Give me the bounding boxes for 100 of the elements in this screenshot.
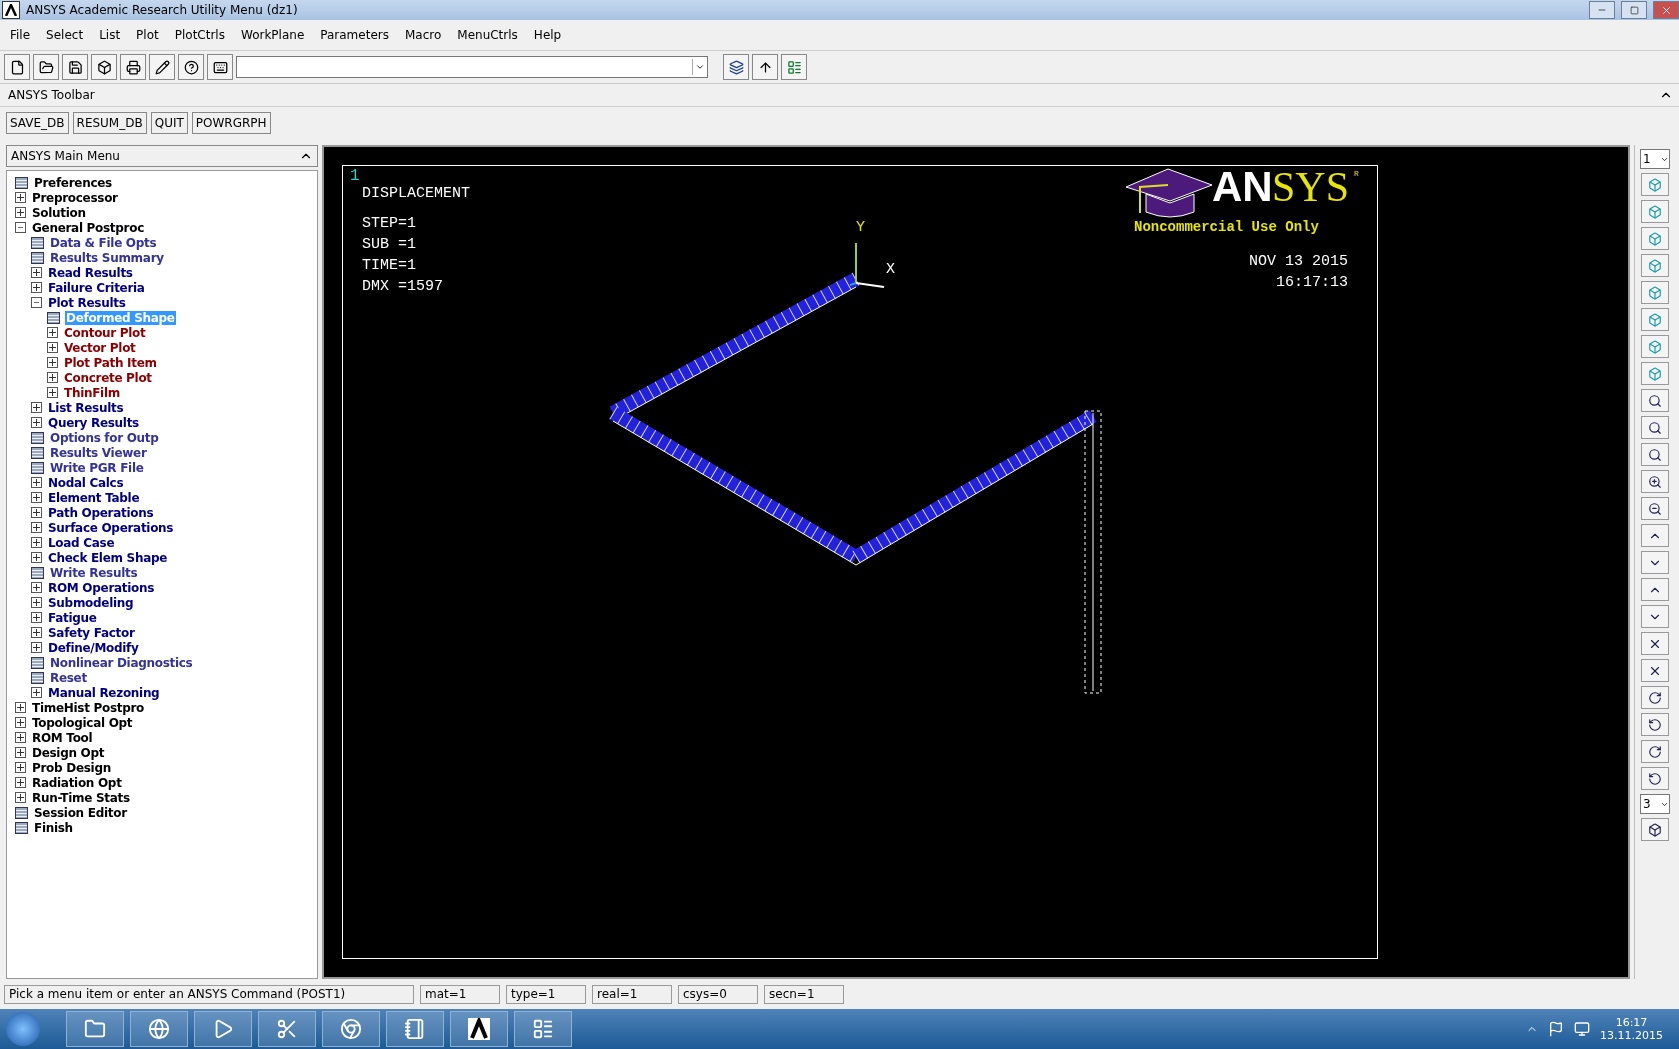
window-button[interactable] xyxy=(514,1011,572,1047)
menu-tree-item[interactable]: Radiation Opt xyxy=(31,775,123,790)
scissors-button[interactable] xyxy=(258,1011,316,1047)
down-button[interactable] xyxy=(1641,605,1669,628)
menu-item[interactable]: MenuCtrls xyxy=(457,28,518,42)
print-button[interactable] xyxy=(120,54,146,80)
zoom-button[interactable] xyxy=(1641,389,1669,412)
menu-tree-item[interactable]: ROM Tool xyxy=(31,730,94,745)
menu-tree-item[interactable]: TimeHist Postpro xyxy=(31,700,146,715)
zoom-button[interactable] xyxy=(1641,416,1669,439)
network-icon[interactable] xyxy=(1574,1021,1590,1037)
expand-icon[interactable] xyxy=(31,612,42,623)
menu-tree-item[interactable]: Concrete Plot xyxy=(63,370,153,385)
expand-icon[interactable] xyxy=(47,327,58,338)
expand-icon[interactable] xyxy=(31,507,42,518)
menu-tree-item[interactable]: Path Operations xyxy=(47,505,155,520)
play-button[interactable] xyxy=(194,1011,252,1047)
menu-tree-item[interactable]: Check Elem Shape xyxy=(47,550,169,565)
cube-button[interactable] xyxy=(1641,818,1669,841)
toolbar-button[interactable]: QUIT xyxy=(150,112,188,134)
menu-tree-item[interactable]: Prob Design xyxy=(31,760,112,775)
up-button[interactable] xyxy=(1641,578,1669,601)
expand-icon[interactable] xyxy=(15,702,26,713)
expand-icon[interactable] xyxy=(31,402,42,413)
menu-tree-item[interactable]: Options for Outp xyxy=(49,430,160,445)
expand-icon[interactable] xyxy=(15,207,26,218)
menu-tree-item[interactable]: Reset xyxy=(49,670,88,685)
save-button[interactable] xyxy=(62,54,88,80)
menu-item[interactable]: File xyxy=(10,28,31,42)
menu-item[interactable]: Plot xyxy=(136,28,159,42)
layers-button[interactable] xyxy=(723,54,749,80)
expand-icon[interactable] xyxy=(47,357,58,368)
expand-icon[interactable] xyxy=(31,552,42,563)
expand-icon[interactable] xyxy=(31,282,42,293)
menu-tree-item[interactable]: Plot Results xyxy=(47,295,127,310)
toolbar-button[interactable]: SAVE_DB xyxy=(6,112,69,134)
cube-button[interactable] xyxy=(91,54,117,80)
menu-tree-item[interactable]: Nodal Calcs xyxy=(47,475,125,490)
menu-tree-item[interactable]: List Results xyxy=(47,400,125,415)
menu-tree-item[interactable]: Run-Time Stats xyxy=(31,790,131,805)
menu-tree-item[interactable]: Nonlinear Diagnostics xyxy=(49,655,194,670)
menu-item[interactable]: Help xyxy=(533,28,562,42)
menu-item[interactable]: Parameters xyxy=(320,28,389,42)
menu-tree-item[interactable]: Results Viewer xyxy=(49,445,148,460)
expand-icon[interactable] xyxy=(31,492,42,503)
expand-icon[interactable] xyxy=(15,747,26,758)
menu-item[interactable]: WorkPlane xyxy=(240,28,305,42)
expand-icon[interactable] xyxy=(47,387,58,398)
raise-button[interactable] xyxy=(752,54,778,80)
menu-tree-item[interactable]: Session Editor xyxy=(33,805,128,820)
expand-icon[interactable] xyxy=(31,582,42,593)
expand-icon[interactable] xyxy=(15,762,26,773)
restore-button[interactable] xyxy=(1621,1,1647,19)
expand-icon[interactable] xyxy=(15,732,26,743)
expand-icon[interactable] xyxy=(15,792,26,803)
pencil-button[interactable] xyxy=(149,54,175,80)
menu-tree-item[interactable]: Vector Plot xyxy=(63,340,137,355)
menu-tree-item[interactable]: Manual Rezoning xyxy=(47,685,161,700)
menu-tree-item[interactable]: Data & File Opts xyxy=(49,235,158,250)
collapse-icon[interactable] xyxy=(15,222,26,233)
menu-item[interactable]: Select xyxy=(46,28,84,42)
menu-item[interactable]: Macro xyxy=(404,28,442,42)
menu-tree-item[interactable]: Write Results xyxy=(49,565,139,580)
zoom-in-button[interactable] xyxy=(1641,470,1669,493)
command-field[interactable] xyxy=(236,56,708,78)
expand-icon[interactable] xyxy=(15,777,26,788)
expand-icon[interactable] xyxy=(31,477,42,488)
expand-icon[interactable] xyxy=(15,717,26,728)
list-button[interactable] xyxy=(781,54,807,80)
expand-icon[interactable] xyxy=(31,627,42,638)
menu-tree-item[interactable]: Contour Plot xyxy=(63,325,147,340)
expand-icon[interactable] xyxy=(31,642,42,653)
menu-tree-item[interactable]: Write PGR File xyxy=(49,460,145,475)
menu-tree-item[interactable]: General Postproc xyxy=(31,220,145,235)
menu-tree-item[interactable]: Element Table xyxy=(47,490,141,505)
menu-tree-item[interactable]: Define/Modify xyxy=(47,640,140,655)
expand-icon[interactable] xyxy=(31,417,42,428)
menu-tree-item[interactable]: Topological Opt xyxy=(31,715,134,730)
menu-tree-item[interactable]: Fatigue xyxy=(47,610,98,625)
expand-icon[interactable] xyxy=(15,192,26,203)
menu-tree-item[interactable]: Submodeling xyxy=(47,595,135,610)
app-logo-button[interactable] xyxy=(450,1011,508,1047)
notepad-button[interactable] xyxy=(386,1011,444,1047)
menu-tree-item[interactable]: Plot Path Item xyxy=(63,355,158,370)
clock[interactable]: 16:17 13.11.2015 xyxy=(1600,1016,1663,1042)
menu-tree-item[interactable]: Surface Operations xyxy=(47,520,175,535)
menu-item[interactable]: List xyxy=(99,28,121,42)
menu-tree-item[interactable]: Load Case xyxy=(47,535,116,550)
zoom-button[interactable] xyxy=(1641,443,1669,466)
menu-tree-item[interactable]: Read Results xyxy=(47,265,134,280)
expand-icon[interactable] xyxy=(31,597,42,608)
window-select[interactable]: 1 xyxy=(1640,149,1670,169)
new-file-button[interactable] xyxy=(4,54,30,80)
menu-tree-item[interactable]: Query Results xyxy=(47,415,140,430)
expand-icon[interactable] xyxy=(31,267,42,278)
menu-tree-item[interactable]: Finish xyxy=(33,820,74,835)
start-button[interactable] xyxy=(6,1012,40,1046)
expand-icon[interactable] xyxy=(31,537,42,548)
toolbar-button[interactable]: POWRGRPH xyxy=(191,112,271,134)
expand-icon[interactable] xyxy=(31,522,42,533)
